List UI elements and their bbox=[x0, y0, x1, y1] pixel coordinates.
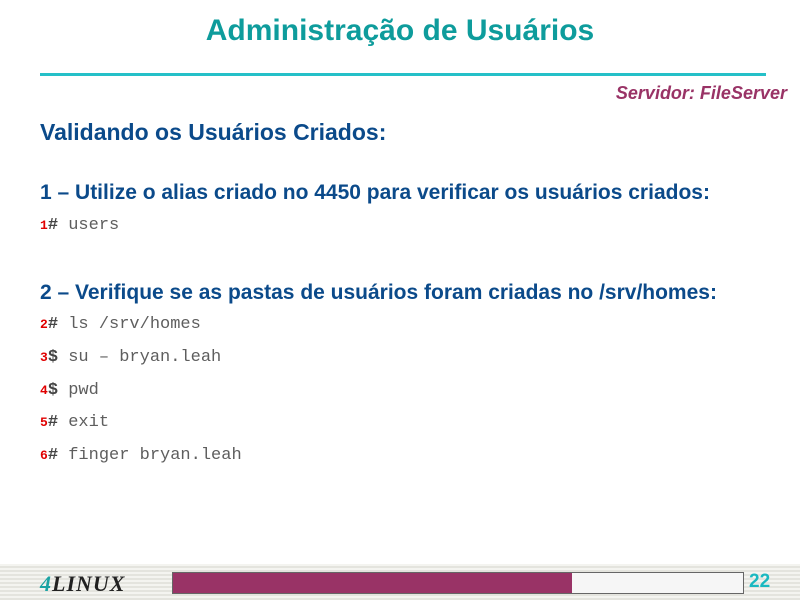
command-text: exit bbox=[58, 413, 110, 432]
command-line: 3$ su – bryan.leah bbox=[40, 348, 221, 367]
section-heading: Validando os Usuários Criados: bbox=[40, 119, 387, 145]
command-line: 6# finger bryan.leah bbox=[40, 446, 242, 465]
title-divider bbox=[40, 73, 766, 76]
logo-text: LINUX bbox=[52, 571, 126, 596]
step-1: 1 – Utilize o alias criado no 4450 para … bbox=[40, 181, 710, 204]
slide-title: Administração de Usuários bbox=[205, 14, 595, 47]
command-text: users bbox=[58, 216, 120, 235]
prompt-symbol: # bbox=[47, 216, 59, 235]
prompt-symbol: $ bbox=[47, 348, 59, 367]
4linux-logo: 4LINUX bbox=[40, 571, 125, 597]
prompt-symbol: $ bbox=[47, 381, 59, 400]
server-label: Servidor: FileServer bbox=[615, 83, 787, 103]
prompt-symbol: # bbox=[47, 315, 59, 334]
logo-number: 4 bbox=[40, 571, 52, 596]
step-2: 2 – Verifique se as pastas de usuários f… bbox=[40, 281, 717, 304]
command-text: su – bryan.leah bbox=[58, 348, 222, 367]
command-line: 5# exit bbox=[40, 413, 109, 432]
page-number: 22 bbox=[749, 571, 771, 592]
command-text: finger bryan.leah bbox=[58, 446, 242, 465]
line-number: 5 bbox=[40, 415, 48, 430]
line-number: 2 bbox=[40, 317, 48, 332]
command-line: 2# ls /srv/homes bbox=[40, 315, 201, 334]
line-number: 1 bbox=[40, 218, 48, 233]
command-text: ls /srv/homes bbox=[58, 315, 201, 334]
line-number: 3 bbox=[40, 350, 48, 365]
prompt-symbol: # bbox=[47, 446, 59, 465]
line-number: 6 bbox=[40, 448, 48, 463]
progress-fill bbox=[173, 573, 572, 593]
line-number: 4 bbox=[40, 383, 48, 398]
prompt-symbol: # bbox=[47, 413, 59, 432]
progress-bar bbox=[172, 572, 744, 594]
command-line: 4$ pwd bbox=[40, 381, 99, 400]
command-line: 1# users bbox=[40, 216, 119, 235]
slide-footer: 4LINUX 22 bbox=[0, 564, 800, 600]
command-text: pwd bbox=[58, 381, 99, 400]
